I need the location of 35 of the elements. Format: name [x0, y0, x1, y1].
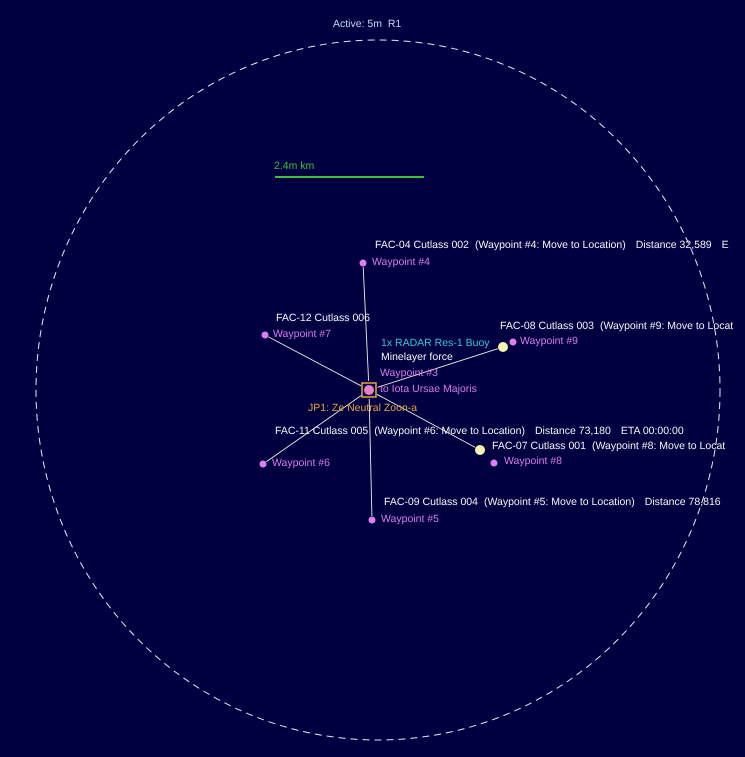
- fleet-order: (Waypoint #9: Move to Locat: [600, 320, 734, 333]
- fleet-distance: Distance 78,816: [644, 496, 721, 509]
- waypoint-label: Waypoint #5: [381, 513, 439, 526]
- fleet-name: FAC-07 Cutlass 001: [492, 440, 586, 453]
- waypoint-dot-icon: [260, 460, 266, 468]
- fleet-name: FAC-09 Cutlass 004: [384, 496, 478, 509]
- scale-label: 2.4m km: [274, 160, 314, 173]
- active-range-label: Active: 5m R1: [333, 18, 402, 31]
- waypoint-label: Waypoint #8: [504, 455, 562, 468]
- waypoint-dot-icon: [490, 460, 498, 466]
- waypoint-dot-icon: [368, 516, 376, 524]
- waypoint-label: Waypoint #4: [372, 256, 430, 269]
- fleet-eta: ETA 00:00:00: [620, 425, 684, 438]
- waypoint-dot-icon: [510, 338, 516, 346]
- fleet-eta: E: [722, 239, 729, 252]
- fleet-order: (Waypoint #8: Move to Locat: [592, 440, 726, 453]
- contact-label: 1x RADAR Res-1 Buoy: [381, 337, 490, 350]
- fleet-order: (Waypoint #5: Move to Location): [484, 496, 635, 509]
- fleet-distance: Distance 32,589: [636, 239, 712, 252]
- fleet-order: (Waypoint #4: Move to Location): [474, 239, 626, 252]
- waypoint-dot-icon: [360, 260, 366, 266]
- waypoint-label: Waypoint #7: [273, 328, 331, 341]
- fleet-distance: Distance 73,180: [534, 425, 611, 438]
- fleet-dot-icon: [498, 342, 508, 352]
- fleet-name: FAC-04 Cutlass 002: [375, 239, 469, 252]
- task-group-label: Minelayer force: [381, 351, 453, 364]
- waypoint-dot-icon: [262, 332, 268, 338]
- fleet-name: FAC-08 Cutlass 003: [500, 320, 594, 333]
- destination-label: to Iota Ursae Majoris: [380, 383, 477, 396]
- waypoint-label: Waypoint #9: [520, 335, 578, 348]
- fleet-name: FAC-11 Cutlass 005: [275, 425, 368, 438]
- jump-point-icon: [361, 382, 377, 398]
- waypoint-label: Waypoint #3: [380, 367, 438, 380]
- fleet-dot-icon: [475, 445, 485, 455]
- waypoint-label: Waypoint #6: [272, 457, 330, 470]
